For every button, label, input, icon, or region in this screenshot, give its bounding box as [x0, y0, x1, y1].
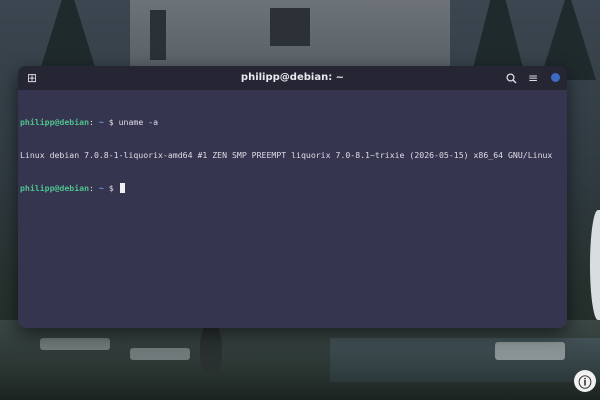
command-output: Linux debian 7.0.8-1-liquorix-amd64 #1 Z…	[20, 150, 553, 160]
wallpaper-rock	[40, 338, 110, 350]
command-text: $	[103, 183, 119, 193]
wallpaper-window	[270, 8, 310, 46]
info-badge-icon[interactable]: ⓘ	[574, 370, 596, 392]
new-tab-icon[interactable]: ⊞	[22, 69, 42, 87]
terminal-window[interactable]: ⊞ philipp@debian: ~ ≡ philipp@debian: ~ …	[18, 66, 567, 328]
wallpaper-rock	[495, 342, 565, 360]
scrollbar[interactable]	[562, 94, 565, 324]
prompt-path: ~	[93, 117, 104, 127]
window-control-dot[interactable]	[551, 73, 560, 82]
terminal-line: philipp@debian: ~ $ uname -a	[20, 117, 565, 128]
text-cursor	[119, 183, 125, 193]
terminal-line: Linux debian 7.0.8-1-liquorix-amd64 #1 Z…	[20, 150, 565, 161]
terminal-output[interactable]: philipp@debian: ~ $ uname -a Linux debia…	[18, 90, 567, 221]
wallpaper-swan	[590, 210, 600, 320]
prompt-path: ~	[93, 183, 104, 193]
command-text: $ uname -a	[103, 117, 159, 127]
search-icon[interactable]	[501, 69, 521, 87]
search-icon-glyph	[505, 72, 516, 83]
prompt-user-host: philipp@debian	[20, 117, 90, 127]
terminal-line: philipp@debian: ~ $	[20, 183, 565, 194]
prompt-user-host: philipp@debian	[20, 183, 90, 193]
wallpaper-window	[150, 10, 166, 60]
wallpaper-tree	[40, 0, 96, 70]
terminal-headerbar[interactable]: ⊞ philipp@debian: ~ ≡	[18, 66, 567, 90]
wallpaper-bird	[200, 322, 222, 372]
window-title: philipp@debian: ~	[240, 72, 345, 83]
wallpaper-rock	[130, 348, 190, 360]
menu-icon[interactable]: ≡	[523, 69, 543, 87]
